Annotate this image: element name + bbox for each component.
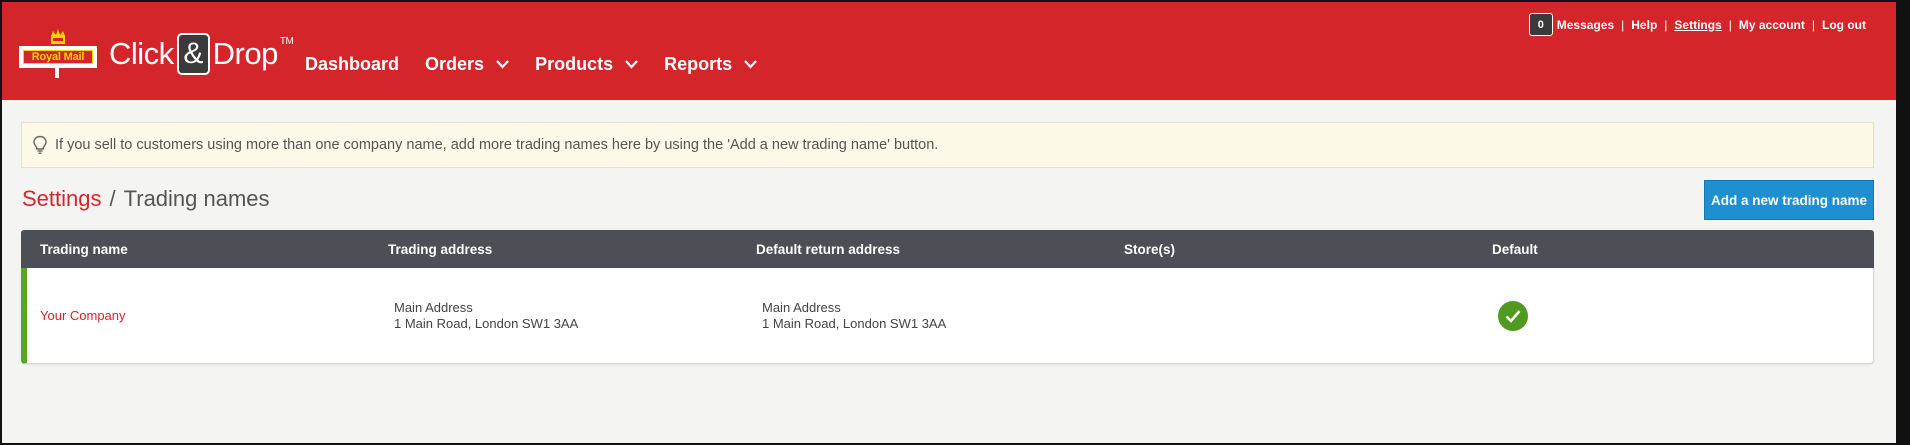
column-header-stores: Store(s) — [1124, 241, 1176, 257]
nav-reports[interactable]: Reports — [664, 54, 757, 75]
chevron-down-icon — [744, 60, 757, 69]
trading-names-table: Trading name Trading address Default ret… — [21, 230, 1874, 364]
header: Royal Mail Click & Drop TM Dashboard Ord… — [2, 2, 1896, 100]
separator: | — [1621, 17, 1625, 32]
separator: | — [1728, 17, 1732, 32]
brand-part1: Click — [109, 36, 174, 71]
help-link[interactable]: Help — [1631, 18, 1657, 32]
click-and-drop-brand[interactable]: Click & Drop TM — [109, 32, 294, 76]
column-header-trading-name: Trading name — [40, 241, 128, 257]
brand-ampersand: & — [176, 33, 210, 75]
app-frame: Royal Mail Click & Drop TM Dashboard Ord… — [0, 0, 1910, 445]
table-row[interactable]: Your Company Main Address 1 Main Road, L… — [21, 268, 1874, 364]
default-cell — [1498, 300, 1880, 331]
chevron-down-icon — [496, 60, 509, 69]
default-check-icon — [1498, 300, 1528, 331]
log-out-link[interactable]: Log out — [1822, 18, 1866, 32]
royal-mail-logo[interactable]: Royal Mail — [19, 28, 97, 78]
settings-link[interactable]: Settings — [1674, 18, 1721, 32]
table-header: Trading name Trading address Default ret… — [21, 230, 1874, 268]
address-line: Main Address — [394, 299, 473, 315]
column-header-trading-address: Trading address — [388, 241, 493, 257]
crown-icon — [51, 29, 65, 44]
chevron-down-icon — [625, 60, 638, 69]
brand-part2: Drop — [212, 36, 279, 71]
nav-orders[interactable]: Orders — [425, 54, 509, 75]
brand-trademark: TM — [279, 36, 294, 47]
logo-text: Royal Mail — [23, 50, 93, 64]
separator: | — [1664, 17, 1668, 32]
address-line: 1 Main Road, London SW1 3AA — [394, 315, 579, 331]
address-line: 1 Main Road, London SW1 3AA — [762, 315, 947, 331]
my-account-link[interactable]: My account — [1739, 18, 1805, 32]
info-banner: If you sell to customers using more than… — [21, 122, 1874, 168]
trading-name-cell[interactable]: Your Company — [27, 308, 394, 323]
main-nav: Dashboard Orders Products Reports — [305, 54, 783, 75]
info-text: If you sell to customers using more than… — [55, 137, 939, 153]
breadcrumb-separator: / — [109, 186, 116, 211]
separator: | — [1811, 17, 1816, 32]
column-header-default: Default — [1492, 241, 1538, 257]
top-utility-bar: 0 Messages | Help | Settings | My accoun… — [1528, 13, 1866, 36]
page-heading: Trading names — [123, 186, 270, 211]
nav-products[interactable]: Products — [535, 54, 638, 75]
message-count-badge[interactable]: 0 — [1528, 13, 1553, 36]
messages-link[interactable]: Messages — [1557, 18, 1614, 32]
return-address-cell: Main Address 1 Main Road, London SW1 3AA — [762, 300, 1130, 332]
column-header-return-address: Default return address — [756, 241, 901, 257]
page-title: Settings / Trading names — [22, 186, 270, 212]
nav-dashboard[interactable]: Dashboard — [305, 54, 399, 75]
lightbulb-icon — [33, 135, 47, 154]
trading-address-cell: Main Address 1 Main Road, London SW1 3AA — [394, 300, 762, 332]
add-trading-name-button[interactable]: Add a new trading name — [1704, 180, 1874, 220]
breadcrumb-settings[interactable]: Settings — [22, 186, 102, 212]
address-line: Main Address — [762, 299, 841, 315]
